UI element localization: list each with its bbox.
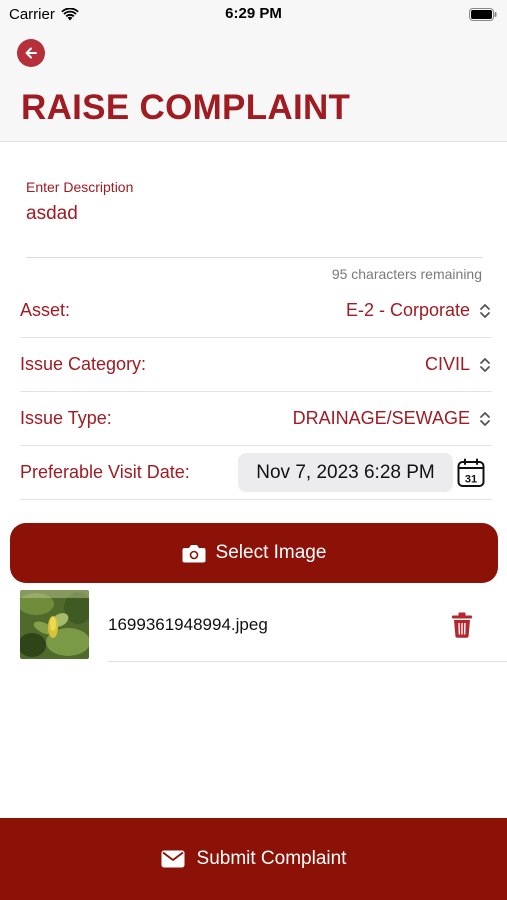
visit-date-picker[interactable]: Nov 7, 2023 6:28 PM [238,453,453,492]
issue-category-value: CIVIL [424,354,470,374]
attachment-thumbnail[interactable] [20,590,89,659]
issue-type-value: DRAINAGE/SEWAGE [292,408,470,428]
trash-icon[interactable] [451,612,473,638]
back-button[interactable] [17,39,45,67]
issue-type-label: Issue Type: [20,408,112,428]
attachment-file-name: 1699361948994.jpeg [108,615,268,634]
select-image-label: Select Image [215,542,327,563]
submit-complaint-button[interactable]: Submit Complaint [0,818,507,900]
attachment-item: 1699361948994.jpeg [20,590,507,662]
nav-header: RAISE COMPLAINT [0,30,507,142]
issue-type-row: Issue Type: DRAINAGE/SEWAGE [20,392,492,446]
asset-select[interactable]: E-2 - Corporate [346,300,492,321]
issue-category-select[interactable]: CIVIL [425,354,492,375]
chevron-up-down-icon [480,303,490,318]
status-time: 6:29 PM [225,5,282,22]
arrow-left-icon [25,47,37,59]
submit-complaint-label: Submit Complaint [196,848,347,869]
select-image-button[interactable]: Select Image [10,523,498,583]
calendar-icon[interactable]: 31 [457,458,485,488]
issue-category-label: Issue Category: [20,354,147,374]
battery-icon [469,8,497,21]
description-underline [26,257,483,258]
description-input[interactable]: asdad [26,203,78,225]
visit-date-label: Preferable Visit Date: [20,462,190,482]
attachment-divider [108,661,507,662]
issue-type-select[interactable]: DRAINAGE/SEWAGE [293,408,492,429]
asset-value: E-2 - Corporate [345,300,470,320]
issue-category-row: Issue Category: CIVIL [20,338,492,392]
camera-icon [182,544,206,562]
characters-remaining: 95 characters remaining [331,266,482,282]
mail-icon [161,850,185,868]
asset-label: Asset: [20,300,71,320]
status-bar: Carrier 6:29 PM [0,0,507,30]
page-title: RAISE COMPLAINT [21,88,351,127]
description-label: Enter Description [26,179,134,195]
chevron-up-down-icon [480,357,490,372]
asset-row: Asset: E-2 - Corporate [20,284,492,338]
chevron-up-down-icon [480,411,490,426]
calendar-day: 31 [465,474,477,486]
